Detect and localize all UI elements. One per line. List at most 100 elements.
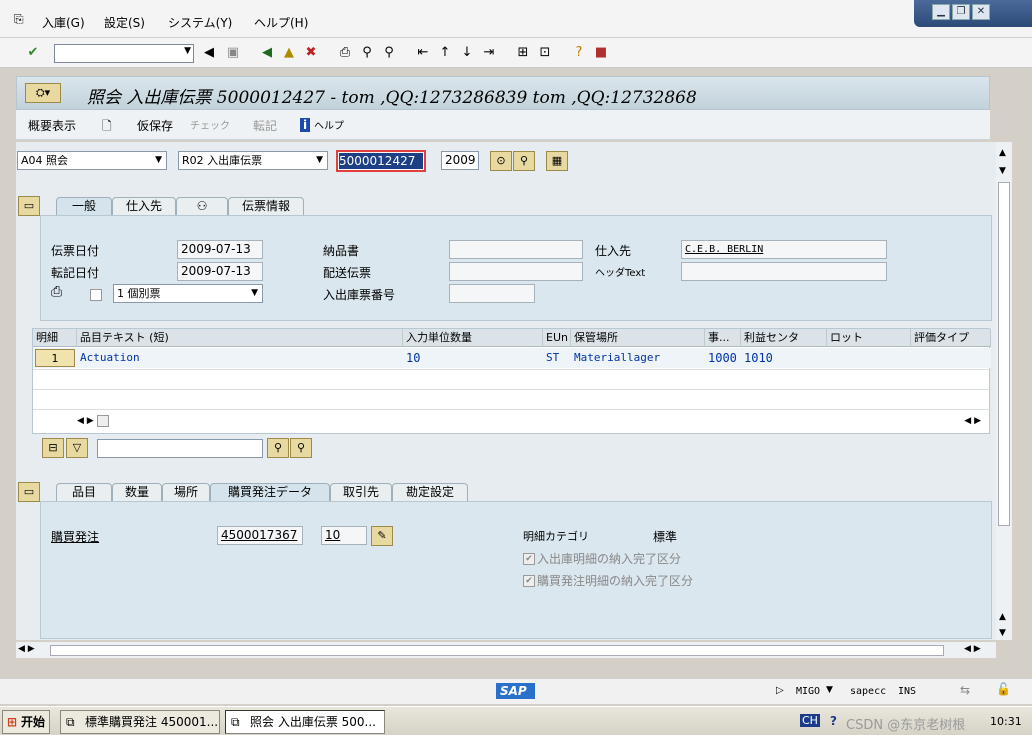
- doc-type-select[interactable]: R02 入出庫伝票 ▼: [178, 151, 328, 170]
- display-po-icon[interactable]: ✎: [371, 526, 393, 546]
- col-header-qty[interactable]: 入力単位数量: [403, 329, 543, 347]
- col-header-batch[interactable]: ロット: [827, 329, 911, 347]
- chevron-down-icon[interactable]: ▼: [826, 685, 833, 695]
- doc-number-input[interactable]: 5000012427: [336, 150, 426, 172]
- collapse-detail-icon[interactable]: ▭: [18, 482, 40, 502]
- table-row[interactable]: 1 Actuation 10 ST Materiallager 1000 101…: [33, 348, 991, 368]
- col-header-item[interactable]: 明細: [33, 329, 77, 347]
- prev-page-icon[interactable]: ↑: [436, 44, 454, 62]
- help-icon[interactable]: ?: [570, 44, 588, 62]
- close-icon[interactable]: ✕: [972, 4, 990, 20]
- print-icon[interactable]: ⎙: [51, 284, 62, 300]
- scroll-right-icon[interactable]: ◀ ▶: [964, 644, 981, 654]
- table-hscroll[interactable]: ◀ ▶ ◀ ▶: [77, 413, 987, 429]
- scroll-up-icon[interactable]: ▲: [999, 612, 1006, 622]
- filter-icon[interactable]: ▽: [66, 438, 88, 458]
- first-page-icon[interactable]: ⇤: [414, 44, 432, 62]
- back-small-icon[interactable]: ◀: [200, 44, 218, 62]
- scroll-left-icon[interactable]: ◀ ▶: [18, 644, 35, 654]
- lock-icon[interactable]: 🔓: [996, 682, 1011, 696]
- layout-icon[interactable]: ■: [592, 44, 610, 62]
- col-header-business[interactable]: 事...: [705, 329, 741, 347]
- tab-material[interactable]: 品目: [56, 483, 112, 501]
- col-header-unit[interactable]: EUn: [543, 329, 571, 347]
- menu-icon[interactable]: ⎘: [14, 12, 24, 27]
- tab-account[interactable]: 勘定設定: [392, 483, 468, 501]
- find-next-icon[interactable]: ⚲: [380, 44, 398, 62]
- grid-icon[interactable]: ▦: [546, 151, 568, 171]
- doc-date-label: 伝票日付: [51, 244, 100, 258]
- search-icon[interactable]: ⚲: [513, 151, 535, 171]
- col-header-sloc[interactable]: 保管場所: [571, 329, 705, 347]
- collapse-header-icon[interactable]: ▭: [18, 196, 40, 216]
- scroll-down-icon[interactable]: ▼: [999, 628, 1006, 638]
- last-page-icon[interactable]: ⇥: [480, 44, 498, 62]
- help-button[interactable]: i ヘルプ: [300, 117, 344, 132]
- cell-text[interactable]: Actuation: [77, 349, 140, 368]
- chevron-down-icon[interactable]: ▼: [184, 46, 191, 56]
- minimize-icon[interactable]: ▁: [932, 4, 950, 20]
- enter-icon[interactable]: ✔: [24, 44, 42, 62]
- cell-sloc[interactable]: Materiallager: [571, 349, 660, 368]
- menu-item-settings[interactable]: 設定(S): [104, 14, 145, 31]
- cell-profit-center[interactable]: 1010: [741, 349, 773, 368]
- table-search-input[interactable]: [97, 439, 263, 458]
- help-tray-icon[interactable]: ?: [830, 714, 837, 728]
- scroll-thumb[interactable]: [96, 414, 109, 427]
- taskbar-window-migo[interactable]: ⧉ 照会 入出庫伝票 500...: [225, 710, 385, 734]
- print-option-select[interactable]: 1 個別票 ▼: [113, 284, 263, 303]
- new-session-icon[interactable]: ⊞: [514, 44, 532, 62]
- col-header-profit-center[interactable]: 利益センタ: [741, 329, 827, 347]
- tab-where[interactable]: 場所: [162, 483, 210, 501]
- display-mode-icon[interactable]: ⛭▾: [25, 83, 61, 103]
- tab-partner[interactable]: ⚇: [176, 197, 228, 215]
- scroll-up-icon[interactable]: ▲: [999, 148, 1006, 158]
- col-header-val-type[interactable]: 評価タイプ: [911, 329, 991, 347]
- scroll-thumb[interactable]: [998, 182, 1010, 526]
- restore-icon[interactable]: ❐: [952, 4, 970, 20]
- action-select[interactable]: A04 照会 ▼: [17, 151, 167, 170]
- tab-doc-info[interactable]: 伝票情報: [228, 197, 304, 215]
- menu-item-goods-receipt[interactable]: 入庫(G): [42, 14, 85, 31]
- tab-general[interactable]: 一般: [56, 197, 112, 215]
- tab-po-data[interactable]: 購買発注データ: [210, 483, 330, 501]
- horizontal-scrollbar[interactable]: ◀ ▶ ◀ ▶: [16, 642, 996, 658]
- cell-qty[interactable]: 10: [403, 349, 420, 368]
- taskbar-window-po[interactable]: ⧉ 標準購買発注 450001...: [60, 710, 220, 734]
- year-input[interactable]: 2009: [441, 151, 479, 170]
- scroll-down-icon[interactable]: ▼: [999, 166, 1006, 176]
- print-checkbox[interactable]: [90, 289, 102, 301]
- save-icon[interactable]: ▣: [224, 44, 242, 62]
- status-toggle-icon[interactable]: ▷: [776, 685, 784, 696]
- scroll-arrows-right[interactable]: ◀ ▶: [964, 413, 981, 429]
- new-document-icon[interactable]: 🗋: [102, 117, 112, 138]
- select-all-icon[interactable]: ⊟: [42, 438, 64, 458]
- next-page-icon[interactable]: ↓: [458, 44, 476, 62]
- overview-button[interactable]: 概要表示: [28, 117, 76, 134]
- hold-button[interactable]: 仮保存: [137, 117, 173, 134]
- tab-quantity[interactable]: 数量: [112, 483, 162, 501]
- menu-item-system[interactable]: システム(Y): [168, 14, 232, 31]
- language-indicator[interactable]: CH: [800, 714, 820, 727]
- tab-partner-detail[interactable]: 取引先: [330, 483, 392, 501]
- vertical-scrollbar[interactable]: ▲ ▼ ▲ ▼: [996, 142, 1012, 640]
- row-selector[interactable]: 1: [35, 349, 75, 367]
- execute-icon[interactable]: ⊙: [490, 151, 512, 171]
- find-icon[interactable]: ⚲: [267, 438, 289, 458]
- col-header-text[interactable]: 品目テキスト (短): [77, 329, 403, 347]
- shortcut-icon[interactable]: ⊡: [536, 44, 554, 62]
- cell-unit[interactable]: ST: [543, 349, 559, 368]
- cancel-icon[interactable]: ✖: [302, 44, 320, 62]
- print-icon[interactable]: ⎙: [336, 44, 354, 62]
- back-icon[interactable]: ◀: [258, 44, 276, 62]
- find-icon[interactable]: ⚲: [358, 44, 376, 62]
- start-button[interactable]: ⊞ 开始: [2, 710, 50, 734]
- find-next-icon[interactable]: ⚲: [290, 438, 312, 458]
- connection-icon[interactable]: ⇆: [960, 683, 970, 697]
- exit-icon[interactable]: ▲: [280, 44, 298, 62]
- menu-item-help[interactable]: ヘルプ(H): [254, 14, 308, 31]
- tab-vendor[interactable]: 仕入先: [112, 197, 176, 215]
- cell-business[interactable]: 1000: [705, 349, 737, 368]
- scroll-thumb[interactable]: [50, 645, 944, 656]
- command-field[interactable]: ▼: [54, 44, 194, 63]
